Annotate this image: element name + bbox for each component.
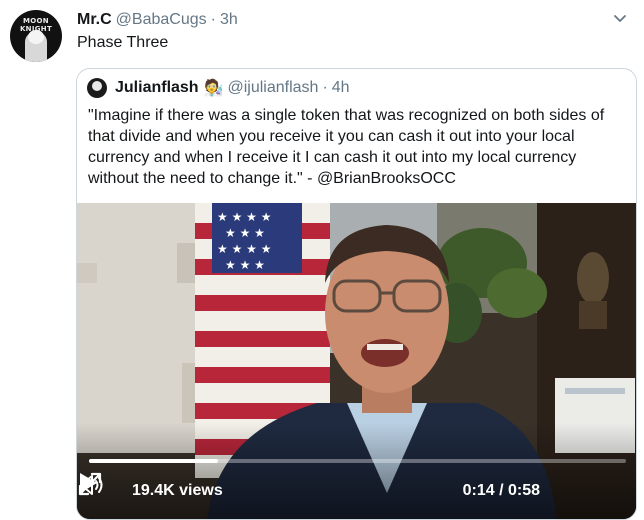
quoted-separator-dot: · [322,79,328,96]
avatar-logo-line-1: MOON [23,17,49,25]
svg-text:★ ★ ★ ★: ★ ★ ★ ★ [217,242,271,256]
video-player[interactable]: ★ ★ ★ ★ ★ ★ ★ ★ ★ ★ ★ ★ ★ ★ 19.4K views … [77,203,636,519]
video-controls: 19.4K views 0:14 / 0:58 [77,471,636,511]
quoted-tweet-time[interactable]: 4h [332,79,350,97]
quoted-tweet-text: "Imagine if there was a single token tha… [88,107,605,187]
svg-text:★ ★ ★: ★ ★ ★ [225,226,265,240]
tweet-header: Mr.C @BabaCugs · 3h [77,10,238,30]
quoted-tweet-header: Julianflash 🧑‍🔬 @ijulianflash · 4h [87,77,350,99]
tweet-text: Phase Three [77,34,169,51]
tweet[interactable]: MOON KNIGHT Mr.C @BabaCugs · 3h Phase Th… [0,0,644,520]
quoted-author-handle[interactable]: @ijulianflash [228,79,319,97]
author-avatar[interactable]: MOON KNIGHT [10,10,62,62]
view-count: 19.4K views [132,482,223,499]
video-progress-fill [89,459,218,463]
quoted-author-name[interactable]: Julianflash [115,79,199,97]
fullscreen-icon[interactable] [77,471,103,497]
video-timecode: 0:14 / 0:58 [462,482,540,499]
quoted-author-avatar[interactable] [87,78,107,98]
separator-dot: · [210,11,216,28]
quoted-tweet[interactable]: Julianflash 🧑‍🔬 @ijulianflash · 4h "Imag… [76,68,637,520]
author-name[interactable]: Mr.C [77,11,112,29]
scientist-emoji-icon: 🧑‍🔬 [203,80,224,97]
author-handle[interactable]: @BabaCugs [116,11,207,29]
chevron-down-icon[interactable] [610,8,630,28]
avatar-hood [28,30,44,44]
svg-text:★ ★ ★ ★: ★ ★ ★ ★ [217,210,271,224]
tweet-time[interactable]: 3h [220,11,238,29]
svg-text:★ ★ ★: ★ ★ ★ [225,258,265,272]
video-progress-bar[interactable] [89,459,626,463]
